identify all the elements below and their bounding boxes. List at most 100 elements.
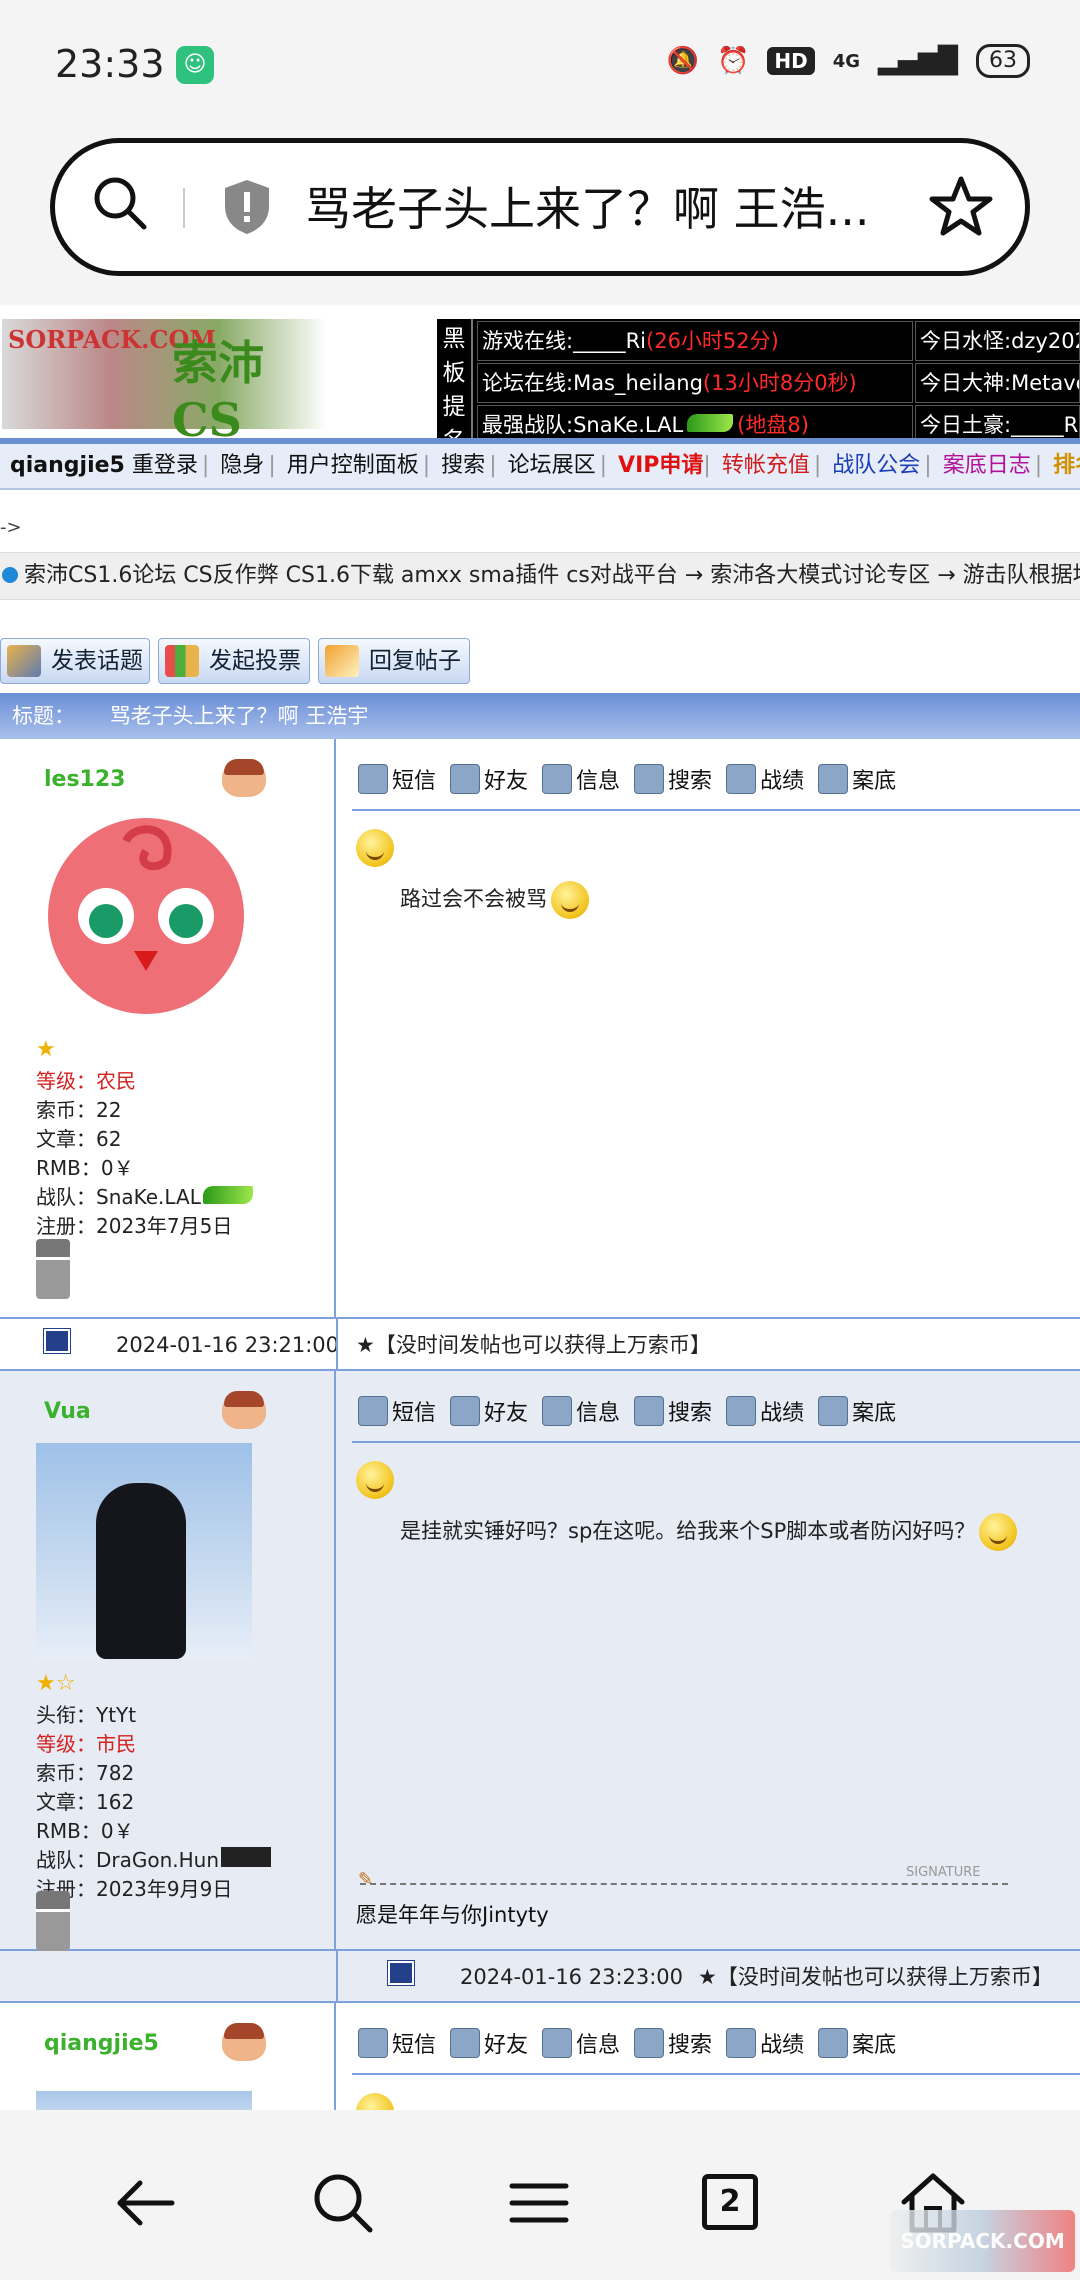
post-actions: 短信 好友 信息 搜索 战绩 案底 [358,2023,896,2063]
search-action[interactable]: 搜索 [634,759,712,799]
nav-vip[interactable]: VIP申请 [618,453,703,478]
nav-forum-gallery[interactable]: 论坛展区 [508,453,596,478]
post-time: 2024-01-16 23:23:00 [460,1965,684,1989]
articles: 文章：162 [36,1790,135,1814]
post-username[interactable]: Vua [44,1399,91,1424]
nav-log[interactable]: 案底日志 [943,453,1031,478]
message-action[interactable]: 短信 [358,1391,436,1431]
nav-control-panel[interactable]: 用户控制面板 [287,453,419,478]
nav-search[interactable]: 搜索 [441,453,485,478]
web-page: SORPACK.COM 索沛CS 黑 板 提 名 游戏在线:_____Ri(26… [0,305,1080,2110]
new-poll-button[interactable]: 发起投票 [158,638,310,684]
medal-icon [36,1239,70,1299]
case-icon [818,764,849,794]
pencil-icon: ✎ [358,1869,374,1890]
friend-action[interactable]: 好友 [450,759,528,799]
poll-chart-icon [165,645,199,677]
nav-team-guild[interactable]: 战队公会 [832,453,920,478]
board-text: 今日大神:Metave [920,371,1080,395]
back-arrow-icon[interactable] [110,2168,180,2238]
action-label: 案底 [852,1401,897,1426]
pencil-icon [7,645,41,677]
message-icon [358,1396,388,1426]
nav-username[interactable]: qiangjie5 [10,453,125,478]
rank-star-icon: ★ [36,1037,56,1062]
nav-ranking[interactable]: 排名 [1053,453,1080,478]
post-content: 路过会不会被骂 [400,881,589,919]
breadcrumb[interactable]: 索沛CS1.6论坛 CS反作弊 CS1.6下载 amxx sma插件 cs对战平… [0,552,1080,600]
friends-icon [450,764,481,794]
board-row-game-online[interactable]: 游戏在线:_____Ri(26小时52分) [477,321,913,361]
search-doc-icon [634,2028,665,2058]
info-action[interactable]: 信息 [542,759,620,799]
divider [336,1319,338,1371]
button-label: 发表话题 [51,648,143,674]
page-title[interactable]: 骂老子头上来了？啊 王浩... [305,173,895,239]
action-label: 信息 [576,2033,621,2058]
post-username[interactable]: qiangjie5 [44,2031,159,2056]
record-action[interactable]: 战绩 [726,1391,804,1431]
confused-smiley-icon [551,881,589,919]
message-action[interactable]: 短信 [358,2023,436,2063]
address-bar: 骂老子头上来了？啊 王浩... [0,130,1080,305]
board-row-water-king[interactable]: 今日水怪:dzy202 [915,321,1080,361]
search-icon[interactable] [90,173,150,233]
shield-icon[interactable] [222,178,272,236]
articles: 文章：62 [36,1127,122,1151]
logo-text-cn: 索沛CS [172,336,264,447]
info-action[interactable]: 信息 [542,1391,620,1431]
board-char: 板 [442,360,466,386]
battery-level: 63 [989,48,1017,73]
message-action[interactable]: 短信 [358,759,436,799]
search-action[interactable]: 搜索 [634,1391,712,1431]
divider [336,1951,338,2003]
board-text: 论坛在线:Mas_heilang [482,371,703,395]
record-action[interactable]: 战绩 [726,2023,804,2063]
action-label: 战绩 [760,2033,805,2058]
footer-note[interactable]: ★【没时间发帖也可以获得上万索币】 [356,1319,711,1371]
gender-avatar-icon [222,2023,266,2061]
menu-icon[interactable] [504,2168,574,2238]
hd-icon: HD [767,47,815,75]
friends-icon [450,2028,481,2058]
info-action[interactable]: 信息 [542,2023,620,2063]
nav-invisible[interactable]: 隐身 [220,453,264,478]
case-action[interactable]: 案底 [818,759,896,799]
tabs-icon[interactable]: 2 [702,2174,758,2230]
friend-action[interactable]: 好友 [450,2023,528,2063]
board-row-forum-online[interactable]: 论坛在线:Mas_heilang(13小时8分0秒) [477,363,913,403]
registered-date: 注册：2023年7月5日 [36,1214,233,1238]
friends-icon [450,1396,481,1426]
breadcrumb-bullet-icon [2,567,18,583]
nav-transfer[interactable]: 转帐充值 [722,453,810,478]
url-field[interactable]: 骂老子头上来了？啊 王浩... [50,138,1030,276]
breadcrumb-path[interactable]: 索沛CS1.6论坛 CS反作弊 CS1.6下载 amxx sma插件 cs对战平… [24,563,1080,588]
new-topic-button[interactable]: 发表话题 [0,638,150,684]
footer-note[interactable]: ★【没时间发帖也可以获得上万索币】 [698,1951,1053,2003]
post-divider [352,1441,1080,1443]
site-logo[interactable]: SORPACK.COM 索沛CS [2,319,327,447]
separator [183,188,185,228]
friend-action[interactable]: 好友 [450,1391,528,1431]
post-1-footer: 2024-01-16 23:21:00 ★【没时间发帖也可以获得上万索币】 [0,1319,1080,1371]
avatar[interactable] [36,1443,252,1659]
avatar[interactable] [36,811,256,1021]
button-label: 回复帖子 [369,648,461,674]
avatar[interactable] [36,2091,252,2110]
search-icon[interactable] [308,2168,378,2238]
post-username[interactable]: les123 [44,767,125,792]
nav-relogin[interactable]: 重登录 [132,453,198,478]
soldier-icon [726,764,757,794]
bookmark-star-icon[interactable] [928,175,994,239]
button-label: 发起投票 [209,648,301,674]
case-action[interactable]: 案底 [818,1391,896,1431]
level-value: 农民 [96,1069,136,1093]
case-action[interactable]: 案底 [818,2023,896,2063]
search-action[interactable]: 搜索 [634,2023,712,2063]
reply-button[interactable]: 回复帖子 [318,638,470,684]
team: 战队：DraGon.Hun [36,1848,220,1872]
record-action[interactable]: 战绩 [726,759,804,799]
action-label: 短信 [392,1401,437,1426]
tabs-count: 2 [719,2184,741,2219]
board-row-master[interactable]: 今日大神:Metave [915,363,1080,403]
